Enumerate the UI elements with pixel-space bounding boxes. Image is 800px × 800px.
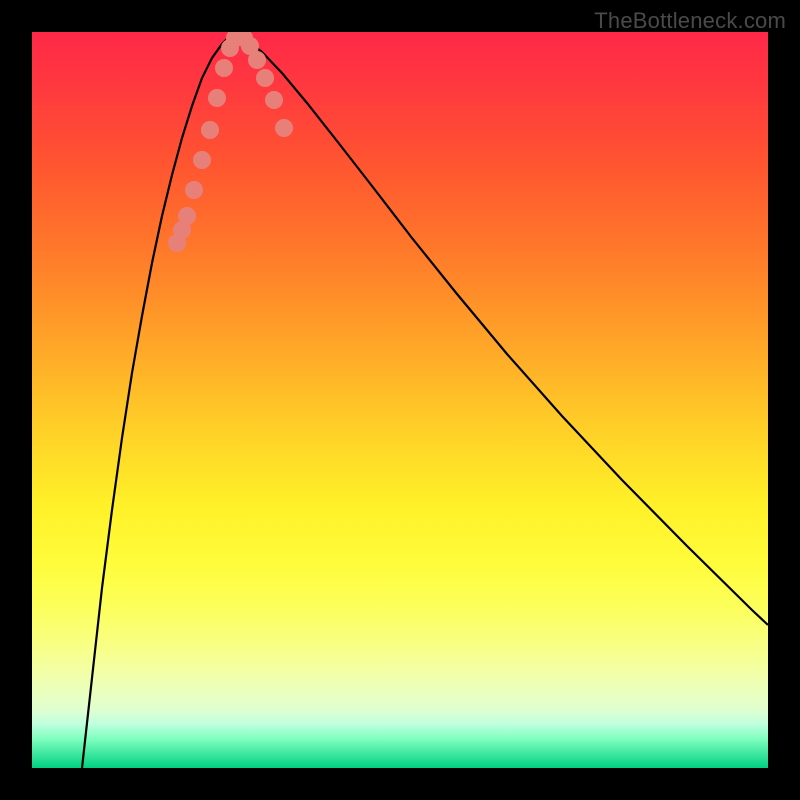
right-dots-point bbox=[248, 51, 266, 69]
chart-area bbox=[32, 32, 768, 768]
right-dots-point bbox=[256, 69, 274, 87]
right-dots-point bbox=[275, 119, 293, 137]
left-curve bbox=[82, 35, 237, 768]
curve-svg bbox=[32, 32, 768, 768]
left-dots-point bbox=[208, 89, 226, 107]
left-dots-point bbox=[201, 121, 219, 139]
left-dots-point bbox=[215, 59, 233, 77]
right-dots-point bbox=[265, 91, 283, 109]
right-curve bbox=[237, 35, 768, 625]
watermark-text: TheBottleneck.com bbox=[594, 8, 786, 34]
left-dots-point bbox=[178, 207, 196, 225]
left-dots-point bbox=[193, 151, 211, 169]
left-dots-point bbox=[185, 181, 203, 199]
